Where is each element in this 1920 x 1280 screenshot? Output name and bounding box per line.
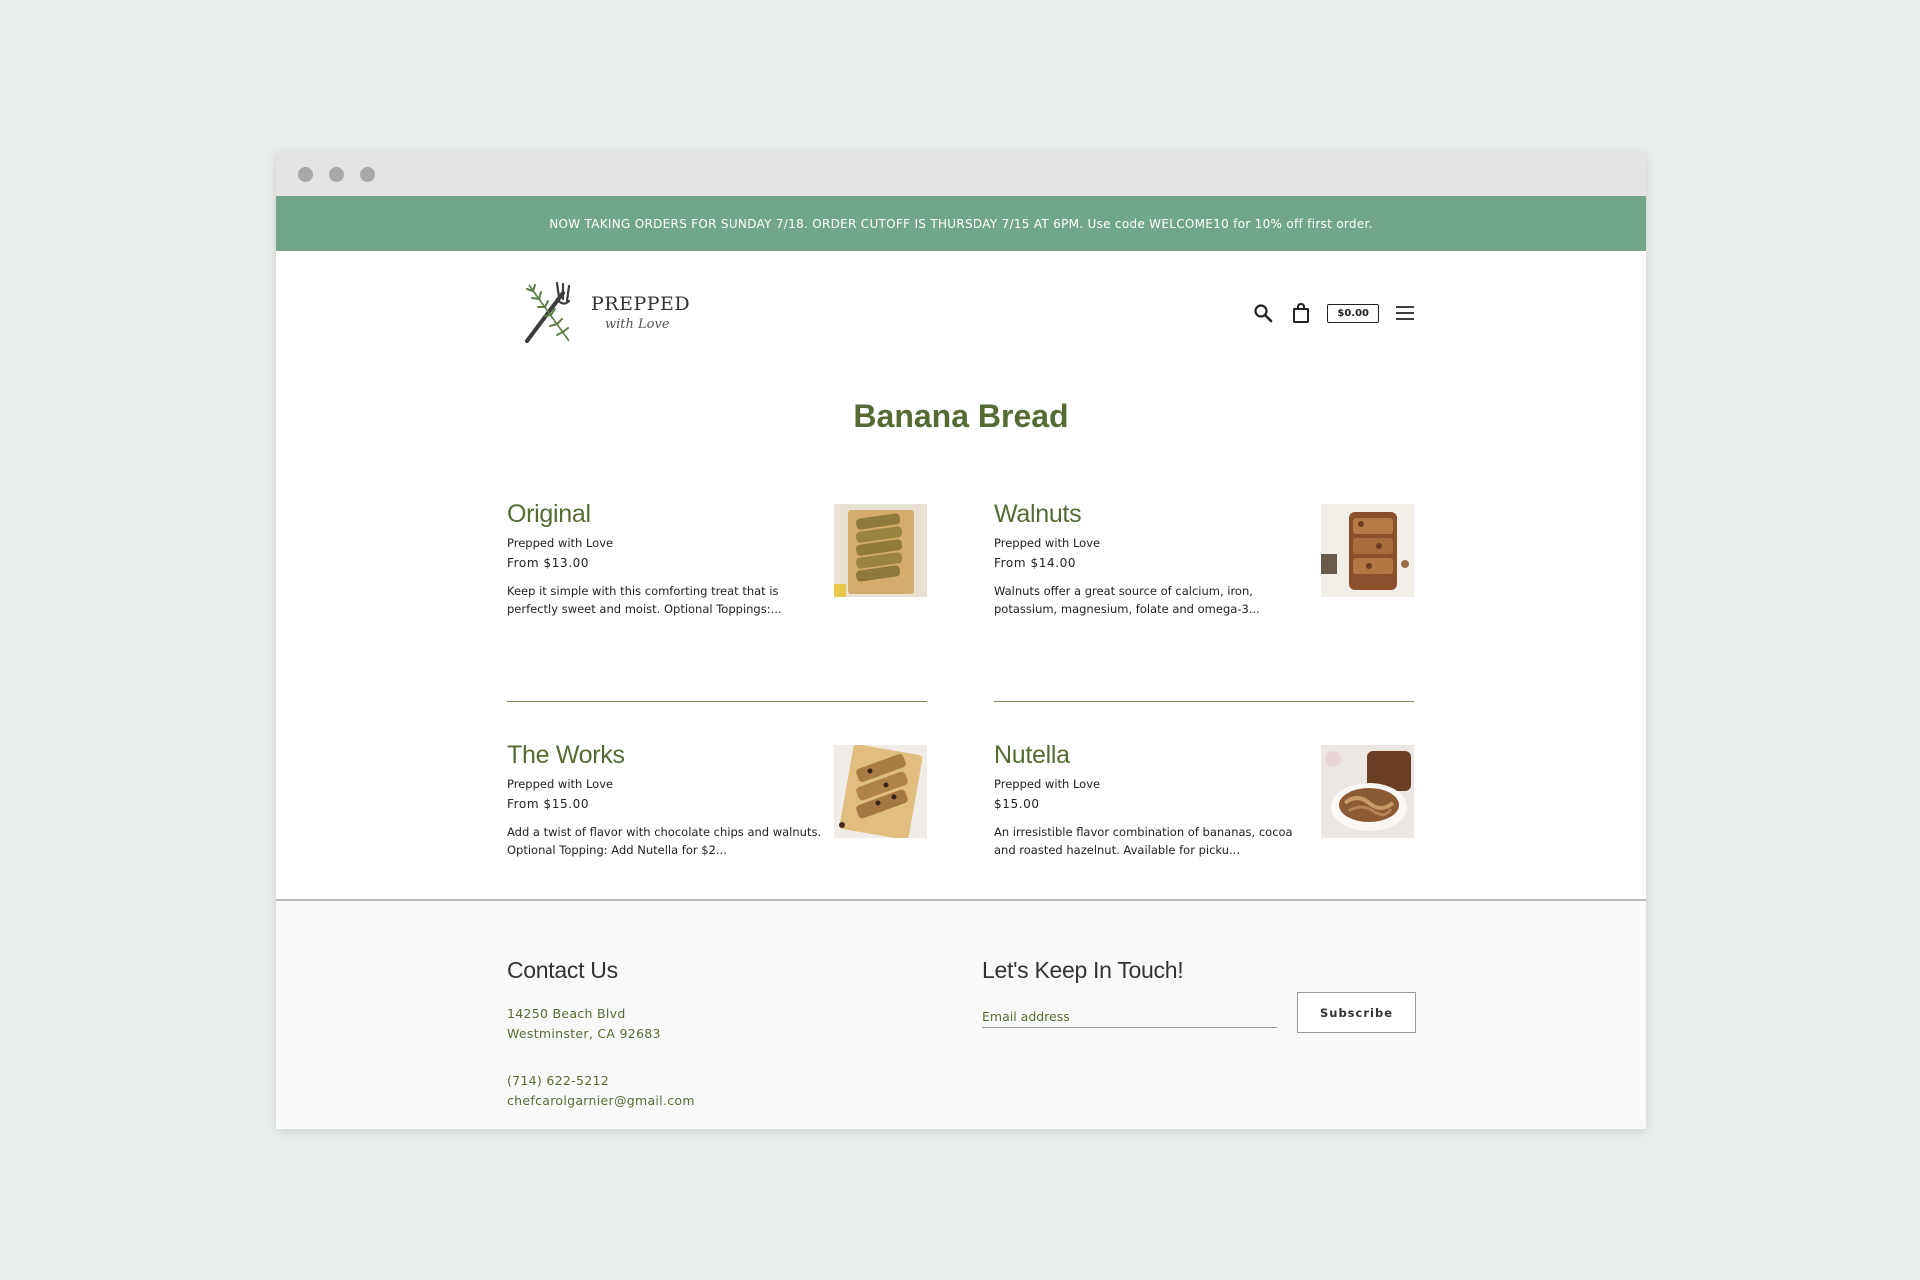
logo-wordmark: PREPPED	[591, 292, 691, 315]
site-footer: Contact Us 14250 Beach Blvd Westminster,…	[276, 899, 1646, 1129]
phone-link[interactable]: (714) 622-5212	[507, 1071, 695, 1091]
logo-tagline: with Love	[605, 316, 670, 332]
product-image-the-works[interactable]	[834, 745, 927, 838]
search-button[interactable]	[1251, 301, 1275, 325]
browser-window: NOW TAKING ORDERS FOR SUNDAY 7/18. ORDER…	[276, 152, 1646, 1129]
email-link[interactable]: chefcarolgarnier@gmail.com	[507, 1091, 695, 1111]
menu-button[interactable]	[1393, 301, 1417, 325]
product-title[interactable]: The Works	[507, 741, 827, 770]
product-description: Add a twist of flavor with chocolate chi…	[507, 825, 822, 857]
product-vendor: Prepped with Love	[507, 536, 614, 550]
announcement-text: NOW TAKING ORDERS FOR SUNDAY 7/18. ORDER…	[549, 216, 1373, 231]
contact-heading: Contact Us	[507, 957, 618, 983]
page-title: Banana Bread	[853, 398, 1069, 434]
product-price: From $14.00	[994, 556, 1077, 570]
newsletter-heading: Let's Keep In Touch!	[982, 957, 1184, 983]
product-image-walnuts[interactable]	[1321, 504, 1414, 597]
fork-rosemary-logo-icon	[525, 281, 571, 343]
walnut-bread-image	[1321, 504, 1414, 597]
product-title[interactable]: Walnuts	[994, 500, 1314, 529]
product-price: From $13.00	[507, 556, 590, 570]
nutella-swirl-bread-image	[1321, 745, 1414, 838]
newsletter-email-input[interactable]	[982, 1005, 1277, 1028]
product-image-original[interactable]	[834, 504, 927, 597]
chocolate-chip-bread-image	[834, 745, 927, 838]
product-description: Walnuts offer a great source of calcium,…	[994, 584, 1260, 616]
product-price: From $15.00	[507, 797, 590, 811]
announcement-bar: NOW TAKING ORDERS FOR SUNDAY 7/18. ORDER…	[276, 196, 1646, 251]
product-card-walnuts[interactable]: Walnuts Prepped with Love From $14.00 Wa…	[994, 500, 1414, 702]
address-line-1: 14250 Beach Blvd	[507, 1006, 626, 1021]
footer-contact: Contact Us 14250 Beach Blvd Westminster,…	[507, 957, 695, 1111]
product-description: An irresistible flavor combination of ba…	[994, 825, 1293, 857]
product-description: Keep it simple with this comforting trea…	[507, 584, 782, 616]
window-close-dot[interactable]	[298, 166, 313, 182]
product-grid: Original Prepped with Love From $13.00 K…	[507, 500, 1415, 943]
product-vendor: Prepped with Love	[507, 777, 614, 791]
browser-chrome	[276, 152, 1646, 196]
header-actions: $0.00	[1251, 301, 1417, 325]
window-minimize-dot[interactable]	[329, 166, 344, 182]
banana-bread-sliced-image	[834, 504, 927, 597]
cart-icon	[1293, 302, 1310, 323]
site-logo[interactable]: PREPPED with Love	[519, 279, 690, 345]
cart-button[interactable]	[1289, 301, 1313, 325]
product-vendor: Prepped with Love	[994, 777, 1101, 791]
window-maximize-dot[interactable]	[360, 166, 375, 182]
search-icon	[1254, 304, 1273, 323]
product-card-original[interactable]: Original Prepped with Love From $13.00 K…	[507, 500, 927, 702]
footer-newsletter: Let's Keep In Touch! Subscribe	[982, 957, 1416, 1033]
site-header: PREPPED with Love $0.00	[276, 251, 1646, 381]
product-image-nutella[interactable]	[1321, 745, 1414, 838]
product-price: $15.00	[994, 797, 1040, 811]
hamburger-menu-icon	[1396, 306, 1414, 320]
address-line-2: Westminster, CA 92683	[507, 1026, 661, 1041]
cart-total-badge[interactable]: $0.00	[1327, 303, 1379, 323]
product-vendor: Prepped with Love	[994, 536, 1101, 550]
product-title[interactable]: Nutella	[994, 741, 1314, 770]
subscribe-button[interactable]: Subscribe	[1297, 992, 1416, 1033]
product-title[interactable]: Original	[507, 500, 827, 529]
